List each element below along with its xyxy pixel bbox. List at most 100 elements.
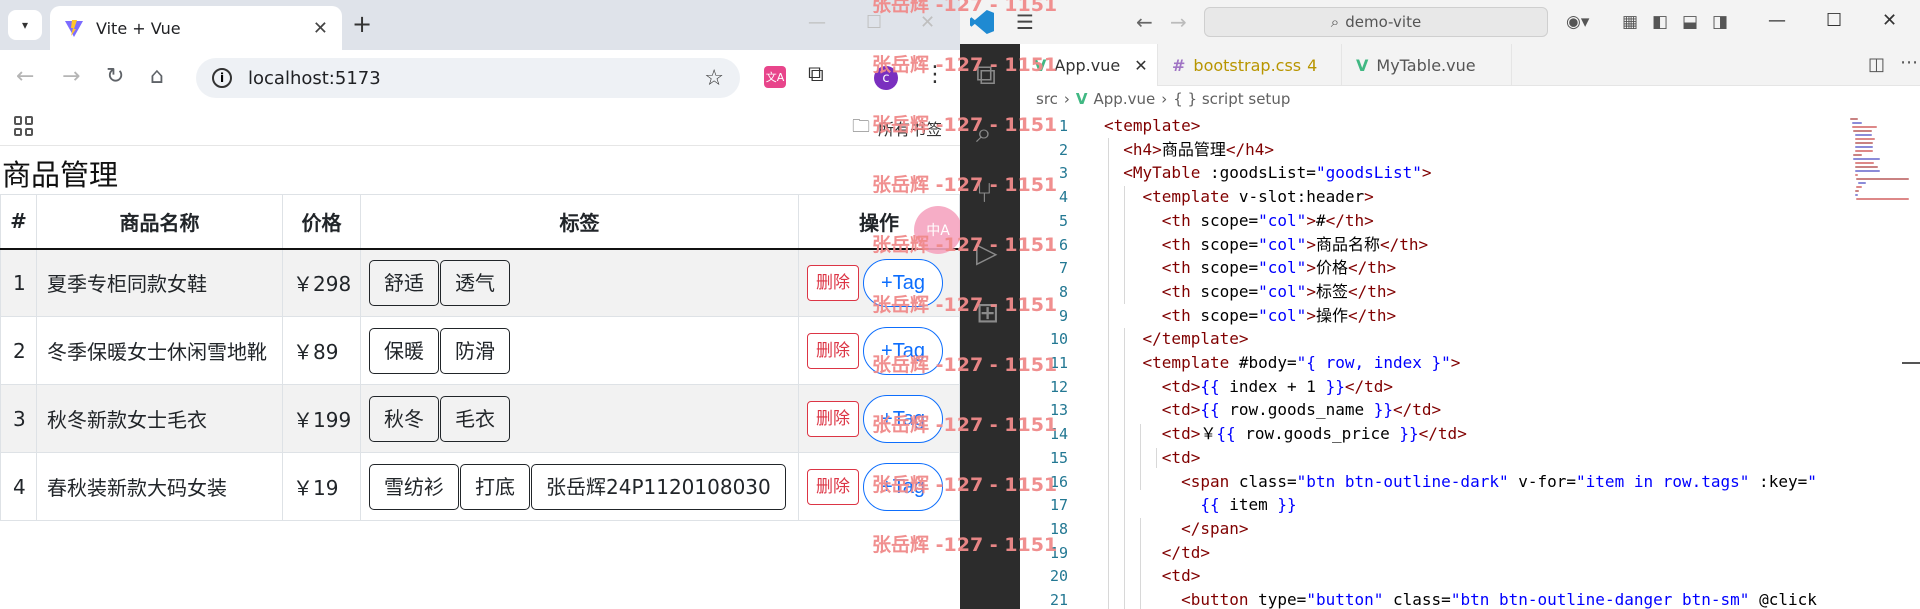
code-line[interactable]: 2 <h4>商品管理</h4> [1020,138,1830,162]
new-tab-button[interactable]: + [352,10,372,38]
code-line[interactable]: 6 <th scope="col">商品名称</th> [1020,233,1830,257]
browser-tabstrip: ▾ Vite + Vue ✕ + — ☐ ✕ [0,0,960,50]
translate-extension-icon[interactable]: 文A [764,66,786,88]
code-line[interactable]: 16 <span class="btn btn-outline-dark" v-… [1020,470,1830,494]
minimap[interactable] [1846,114,1920,244]
apps-grid-icon[interactable] [14,116,34,136]
code-line[interactable]: 10 </template> [1020,327,1830,351]
line-number: 15 [1049,448,1068,467]
delete-button[interactable]: 删除 [807,400,859,437]
scrollbar-position[interactable] [1902,362,1920,364]
toggle-secondary-sidebar-icon[interactable]: ◨ [1712,12,1728,32]
delete-button[interactable]: 删除 [807,264,859,301]
code-line[interactable]: 19 </td> [1020,541,1830,565]
minimize-icon[interactable]: — [1768,10,1786,31]
code-text: <template> [1104,116,1201,135]
code-line[interactable]: 15 <td> [1020,446,1830,470]
tag-chip[interactable]: 雪纺衫 [369,463,459,510]
tab-title: Vite + Vue [96,18,181,38]
page-title: 商品管理 [2,158,119,192]
code-line[interactable]: 4 <template v-slot:header> [1020,185,1830,209]
bookmark-star-icon[interactable]: ☆ [704,66,724,91]
command-center-search[interactable]: ⌕ demo-vite [1204,7,1548,37]
code-line[interactable]: 21 <button type="button" class="btn btn-… [1020,588,1830,609]
code-line[interactable]: 20 <td> [1020,564,1830,588]
tag-chip[interactable]: 舒适 [369,259,439,306]
code-line[interactable]: 9 <th scope="col">操作</th> [1020,304,1830,328]
maximize-icon[interactable]: ☐ [1826,10,1842,31]
code-line[interactable]: 18 </span> [1020,517,1830,541]
tab-label: MyTable.vue [1376,55,1476,75]
tag-chip[interactable]: 打底 [460,463,530,510]
code-line[interactable]: 11 <template #body="{ row, index }"> [1020,351,1830,375]
address-bar[interactable]: i localhost:5173 ☆ [196,58,740,98]
site-info-icon[interactable]: i [212,68,232,88]
split-editor-icon[interactable]: ◫ [1868,54,1885,75]
forward-icon[interactable]: → [1170,10,1187,34]
tab-close-icon[interactable]: ✕ [313,18,328,39]
back-icon[interactable]: ← [16,64,34,89]
toggle-panel-icon[interactable]: ⬓ [1682,12,1698,32]
forward-icon[interactable]: → [62,64,80,89]
watermark-text: 张岳辉 -127 - 1151 [872,54,1058,76]
more-actions-icon[interactable]: ⋯ [1900,52,1918,73]
layout-icon[interactable]: ▦ [1622,12,1638,32]
copilot-icon[interactable]: ◉▾ [1566,12,1589,32]
code-line[interactable]: 8 <th scope="col">标签</th> [1020,280,1830,304]
close-icon[interactable]: ✕ [1134,56,1147,75]
line-number: 21 [1049,591,1068,609]
tab-mytable-vue[interactable]: V MyTable.vue [1342,44,1512,86]
watermark-text: 张岳辉 -127 - 1151 [872,354,1058,376]
browser-tab[interactable]: Vite + Vue ✕ [50,6,342,50]
code-line[interactable]: 14 <td>￥{{ row.goods_price }}</td> [1020,422,1830,446]
minimap-line [1853,154,1862,156]
delete-button[interactable]: 删除 [807,468,859,505]
minimap-line [1854,138,1875,140]
watermark-text: 张岳辉 -127 - 1151 [872,174,1058,196]
vue-file-icon: V [1356,55,1369,75]
code-line[interactable]: 7 <th scope="col">价格</th> [1020,256,1830,280]
tag-chip[interactable]: 毛衣 [440,395,510,442]
tab-search-dropdown[interactable]: ▾ [8,10,42,40]
column-header: 标签 [360,194,799,250]
code-text: </template> [1142,329,1249,349]
delete-button[interactable]: 删除 [807,332,859,369]
code-line[interactable]: 17 {{ item }} [1020,493,1830,517]
code-text: </span> [1181,518,1249,538]
tags-cell: 舒适 透气 [360,248,799,317]
reload-icon[interactable]: ↻ [106,64,124,89]
code-line[interactable]: 5 <th scope="col">#</th> [1020,209,1830,233]
tab-bootstrap-css[interactable]: # bootstrap.css 4 [1158,44,1342,86]
close-window-icon[interactable]: ✕ [1882,10,1897,31]
code-text: <th scope="col">商品名称</th> [1161,234,1429,254]
line-number: 20 [1049,567,1068,586]
code-line[interactable]: 13 <td>{{ row.goods_name }}</td> [1020,398,1830,422]
tag-chip[interactable]: 防滑 [440,327,510,374]
line-number: 10 [1049,330,1068,349]
extensions-puzzle-icon[interactable]: ⧉ [808,62,824,87]
goods-name: 夏季专柜同款女鞋 [36,248,283,317]
table-row: 2 冬季保暖女士休闲雪地靴 ￥89 保暖 防滑 删除 +Tag [0,316,960,385]
code-line[interactable]: 12 <td>{{ index + 1 }}</td> [1020,375,1830,399]
code-editor[interactable]: 1 <template> 2 <h4>商品管理</h4> 3 <MyTable :go… [1020,114,1920,609]
code-line[interactable]: 1 <template> [1020,114,1830,138]
tag-chip[interactable]: 保暖 [369,327,439,374]
breadcrumb-item[interactable]: { } script setup [1173,90,1290,108]
code-text: <button type="button" class="btn btn-out… [1181,590,1817,609]
breadcrumb-item[interactable]: src [1036,90,1058,108]
minimize-icon[interactable]: — [808,12,826,33]
tag-chip[interactable]: 秋冬 [369,395,439,442]
watermark-text: 张岳辉 -127 - 1151 [872,114,1058,136]
back-icon[interactable]: ← [1136,10,1153,34]
minimap-line [1854,194,1858,196]
home-icon[interactable]: ⌂ [150,64,164,89]
search-icon: ⌕ [1330,13,1340,31]
code-line[interactable]: 3 <MyTable :goodsList="goodsList"> [1020,161,1830,185]
toggle-sidebar-icon[interactable]: ◧ [1652,12,1668,32]
vue-file-icon: V [1075,90,1088,108]
tag-chip[interactable]: 透气 [440,259,510,306]
tag-chip[interactable]: 张岳辉24P1120108030 [531,463,786,510]
breadcrumb-item[interactable]: App.vue [1094,90,1156,108]
tags-cell: 保暖 防滑 [360,316,799,385]
line-number: 2 [1058,140,1068,159]
